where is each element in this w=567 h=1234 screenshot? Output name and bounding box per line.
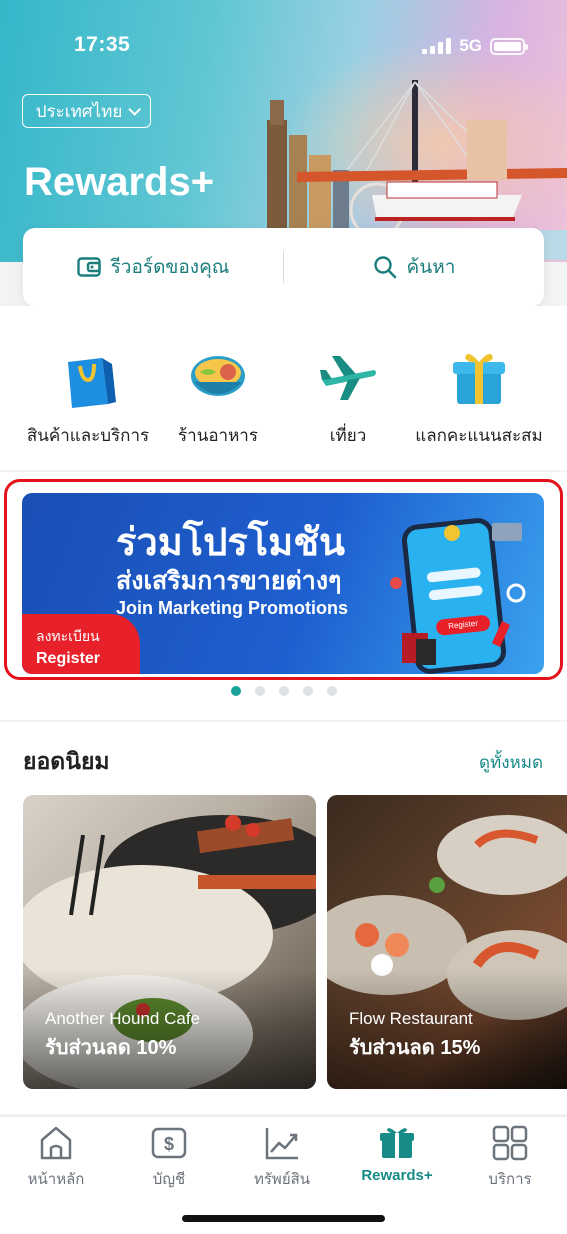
battery-icon — [490, 37, 528, 55]
carousel-dot[interactable] — [254, 686, 265, 696]
popular-section: ยอดนิยม ดูทั้งหมด Another Hound Cafe รับ… — [0, 722, 567, 1114]
carousel-pagination — [0, 686, 567, 696]
search-button[interactable]: ค้นหา — [284, 228, 544, 306]
nav-services[interactable]: บริการ — [455, 1125, 565, 1191]
chart-trend-icon — [265, 1128, 298, 1160]
carousel-dot[interactable] — [278, 686, 289, 696]
category-row: สินค้าและบริการ ร้านอาหาร เที่ยว แลกคะแน… — [0, 306, 567, 470]
banner-highlight-outline — [4, 479, 563, 680]
country-selector[interactable]: ประเทศไทย — [22, 94, 151, 128]
card-discount: รับส่วนลด 10% — [45, 1037, 177, 1059]
search-icon — [373, 256, 396, 279]
card-name: Flow Restaurant — [349, 1009, 473, 1028]
category-redeem-points[interactable]: แลกคะแนนสะสม — [404, 346, 554, 449]
search-label: ค้นหา — [406, 257, 456, 278]
nav-label: หน้าหลัก — [27, 1171, 85, 1188]
shopping-bag-icon — [68, 358, 116, 408]
carousel-dot-active[interactable] — [230, 686, 241, 696]
home-indicator — [182, 1215, 385, 1222]
category-restaurant[interactable]: ร้านอาหาร — [143, 346, 293, 449]
nav-label: บัญชี — [152, 1171, 186, 1188]
category-travel[interactable]: เที่ยว — [273, 346, 423, 449]
nav-account[interactable]: $ บัญชี — [114, 1125, 224, 1191]
nav-label: บริการ — [488, 1171, 532, 1188]
page-title: Rewards+ — [24, 160, 215, 204]
quick-actions-card: รีวอร์ดของคุณ ค้นหา — [23, 228, 544, 306]
nav-rewards[interactable]: Rewards+ — [342, 1125, 452, 1184]
nav-label: Rewards+ — [361, 1167, 433, 1184]
svg-text:$: $ — [164, 1134, 174, 1154]
promo-banner-section: ร่วมโปรโมชัน ส่งเสริมการขายต่างๆ Join Ma… — [0, 472, 567, 720]
promo-card[interactable]: Another Hound Cafe รับส่วนลด 10% — [23, 795, 316, 1089]
header: 17:35 5G ประเทศไทย Rewards+ — [0, 0, 567, 262]
category-label: แลกคะแนนสะสม — [415, 426, 543, 445]
category-label: สินค้าและบริการ — [26, 426, 150, 445]
food-bowl-icon — [191, 356, 245, 396]
carousel-dot[interactable] — [302, 686, 313, 696]
promo-card[interactable]: Flow Restaurant รับส่วนลด 15% — [327, 795, 567, 1089]
signal-icon — [422, 38, 452, 54]
home-icon — [40, 1126, 72, 1160]
bottom-navigation: หน้าหลัก $ บัญชี ทรัพย์สิน Rewards+ บริก… — [0, 1116, 567, 1234]
network-type: 5G — [459, 36, 482, 55]
nav-home[interactable]: หน้าหลัก — [1, 1125, 111, 1191]
my-rewards-label: รีวอร์ดของคุณ — [110, 257, 230, 278]
category-label: ร้านอาหาร — [178, 426, 258, 445]
wallet-icon — [76, 257, 101, 277]
status-indicators: 5G — [422, 36, 528, 56]
nav-label: ทรัพย์สิน — [253, 1171, 311, 1188]
card-discount: รับส่วนลด 15% — [349, 1037, 481, 1059]
chevron-down-icon — [128, 102, 142, 116]
country-label: ประเทศไทย — [35, 101, 123, 121]
my-rewards-button[interactable]: รีวอร์ดของคุณ — [23, 228, 283, 306]
section-title: ยอดนิยม — [23, 748, 110, 774]
gift-icon — [380, 1128, 414, 1158]
account-dollar-icon: $ — [151, 1127, 187, 1159]
card-name: Another Hound Cafe — [45, 1009, 200, 1028]
category-label: เที่ยว — [329, 426, 367, 445]
services-grid-icon — [492, 1125, 528, 1161]
gift-box-icon — [453, 353, 505, 404]
carousel-dot[interactable] — [326, 686, 337, 696]
nav-assets[interactable]: ทรัพย์สิน — [227, 1125, 337, 1191]
see-all-link[interactable]: ดูทั้งหมด — [479, 749, 543, 776]
airplane-icon — [320, 356, 376, 400]
category-shopping[interactable]: สินค้าและบริการ — [13, 346, 163, 449]
status-time: 17:35 — [74, 33, 131, 56]
